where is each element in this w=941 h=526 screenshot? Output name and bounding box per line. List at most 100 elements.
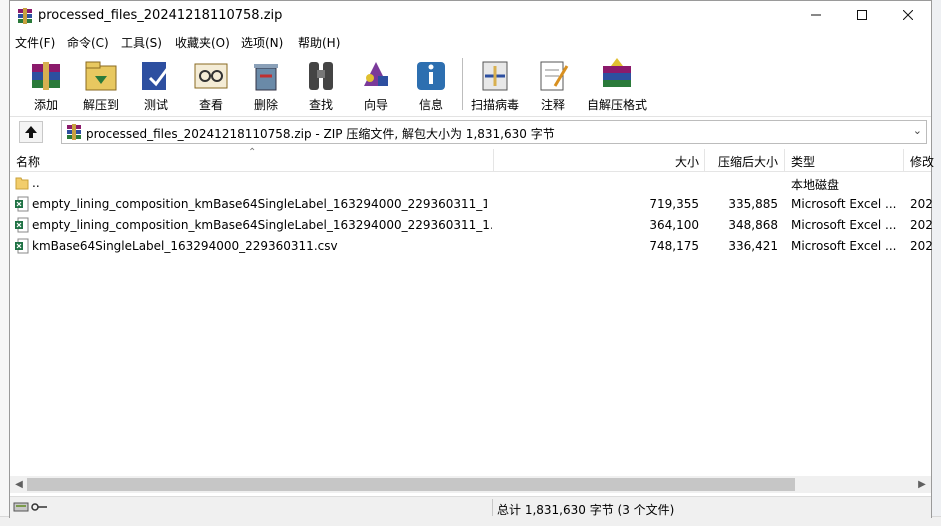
extract-to-button[interactable]: 解压到 <box>74 54 128 114</box>
find-button[interactable]: 查找 <box>294 54 348 114</box>
cell-packed: 348,868 <box>728 218 778 232</box>
cell-size: 748,175 <box>649 239 699 253</box>
column-divider[interactable] <box>903 149 904 171</box>
drive-key-icon <box>13 502 47 512</box>
excel-icon <box>15 217 29 233</box>
cell-type: 本地磁盘 <box>791 178 840 192</box>
file-list: ⌃ 名称 大小 压缩后大小 类型 修改 .. 本地磁盘 empty_lining… <box>10 147 934 474</box>
address-text: processed_files_20241218110758.zip - ZIP… <box>86 127 555 141</box>
virus-scan-icon <box>482 61 508 91</box>
info-icon <box>417 62 445 90</box>
cell-size: 364,100 <box>649 218 699 232</box>
title-bar[interactable]: processed_files_20241218110758.zip <box>10 1 931 31</box>
table-row[interactable]: empty_lining_composition_kmBase64SingleL… <box>10 194 933 215</box>
add-button[interactable]: 添加 <box>19 54 73 114</box>
column-modified[interactable]: 修改 <box>910 153 934 170</box>
menu-favorites[interactable]: 收藏夹(O) <box>175 34 230 51</box>
window-title: processed_files_20241218110758.zip <box>38 8 283 23</box>
view-button[interactable]: 查看 <box>184 54 238 114</box>
find-label: 查找 <box>308 98 333 112</box>
test-icon <box>142 62 170 90</box>
scroll-right-icon[interactable]: ▶ <box>914 477 930 492</box>
menu-bar: 文件(F) 命令(C) 工具(S) 收藏夹(O) 选项(N) 帮助(H) <box>10 32 931 52</box>
cell-modified: 202 <box>910 197 933 211</box>
column-size[interactable]: 大小 <box>675 153 699 170</box>
cell-size: 719,355 <box>649 197 699 211</box>
chevron-down-icon[interactable]: ⌄ <box>913 124 922 137</box>
menu-help[interactable]: 帮助(H) <box>298 34 340 51</box>
column-name[interactable]: 名称 <box>16 153 40 170</box>
extract-to-label: 解压到 <box>82 98 119 112</box>
wizard-icon <box>364 62 388 86</box>
wizard-button[interactable]: 向导 <box>349 54 403 114</box>
test-button[interactable]: 测试 <box>129 54 183 114</box>
column-divider[interactable] <box>493 149 494 171</box>
cell-name: empty_lining_composition_kmBase64SingleL… <box>32 197 487 211</box>
add-label: 添加 <box>33 98 58 112</box>
info-button[interactable]: 信息 <box>404 54 458 114</box>
sort-ascending-icon: ⌃ <box>248 147 257 158</box>
table-row[interactable]: .. 本地磁盘 <box>10 173 931 194</box>
status-divider <box>492 499 493 516</box>
column-header: ⌃ 名称 大小 压缩后大小 类型 修改 <box>10 147 934 172</box>
sfx-label: 自解压格式 <box>586 98 647 112</box>
toolbar-separator <box>462 58 463 110</box>
extract-to-icon <box>85 61 117 91</box>
folder-icon <box>15 177 29 190</box>
menu-tools[interactable]: 工具(S) <box>121 34 162 51</box>
wizard-label: 向导 <box>363 98 388 112</box>
cell-name: kmBase64SingleLabel_163294000_229360311.… <box>32 239 338 253</box>
menu-file[interactable]: 文件(F) <box>15 34 55 51</box>
delete-label: 删除 <box>253 98 278 112</box>
scroll-left-icon[interactable]: ◀ <box>11 477 27 492</box>
column-divider[interactable] <box>704 149 705 171</box>
menu-commands[interactable]: 命令(C) <box>67 34 109 51</box>
up-arrow-icon <box>25 126 37 138</box>
winrar-app-icon <box>18 8 32 24</box>
cell-type: Microsoft Excel ... <box>791 197 897 211</box>
cell-modified: 202 <box>910 239 933 253</box>
add-archive-icon <box>32 62 60 90</box>
maximize-button[interactable] <box>839 1 885 31</box>
comment-button[interactable]: 注释 <box>526 54 580 114</box>
table-row[interactable]: kmBase64SingleLabel_163294000_229360311.… <box>10 236 933 257</box>
scrollbar-thumb[interactable] <box>27 478 795 491</box>
maximize-icon <box>857 10 867 20</box>
address-field[interactable]: processed_files_20241218110758.zip - ZIP… <box>61 120 927 144</box>
status-text: 总计 1,831,630 字节 (3 个文件) <box>497 503 675 517</box>
column-type[interactable]: 类型 <box>791 153 815 170</box>
comment-label: 注释 <box>540 98 565 112</box>
minimize-button[interactable] <box>793 1 839 31</box>
cell-packed: 336,421 <box>728 239 778 253</box>
virus-scan-label: 扫描病毒 <box>470 98 519 112</box>
menu-options[interactable]: 选项(N) <box>241 34 283 51</box>
info-label: 信息 <box>418 98 443 112</box>
zip-archive-icon <box>67 124 81 140</box>
close-button[interactable] <box>885 1 931 31</box>
cell-name: .. <box>32 176 40 190</box>
cell-packed: 335,885 <box>728 197 778 211</box>
view-label: 查看 <box>198 98 223 112</box>
cell-modified: 202 <box>910 218 933 232</box>
sfx-button[interactable]: 自解压格式 <box>584 54 650 114</box>
up-folder-button[interactable] <box>19 121 43 143</box>
column-divider[interactable] <box>784 149 785 171</box>
status-bar: 总计 1,831,630 字节 (3 个文件) <box>10 496 931 518</box>
close-icon <box>902 9 914 21</box>
cell-type: Microsoft Excel ... <box>791 218 897 232</box>
horizontal-scrollbar[interactable]: ◀ ▶ <box>10 476 931 493</box>
table-row[interactable]: empty_lining_composition_kmBase64SingleL… <box>10 215 933 236</box>
delete-icon <box>254 64 278 91</box>
excel-icon <box>15 238 29 254</box>
virus-scan-button[interactable]: 扫描病毒 <box>468 54 522 114</box>
address-bar: processed_files_20241218110758.zip - ZIP… <box>10 119 931 146</box>
column-packed[interactable]: 压缩后大小 <box>718 153 778 170</box>
comment-icon <box>540 61 569 91</box>
winrar-window: processed_files_20241218110758.zip 文件(F)… <box>9 0 934 518</box>
excel-icon <box>15 196 29 212</box>
cell-name: empty_lining_composition_kmBase64SingleL… <box>32 218 492 232</box>
find-icon <box>309 62 333 90</box>
minimize-icon <box>811 14 821 16</box>
sfx-icon <box>603 58 631 87</box>
delete-button[interactable]: 删除 <box>239 54 293 114</box>
